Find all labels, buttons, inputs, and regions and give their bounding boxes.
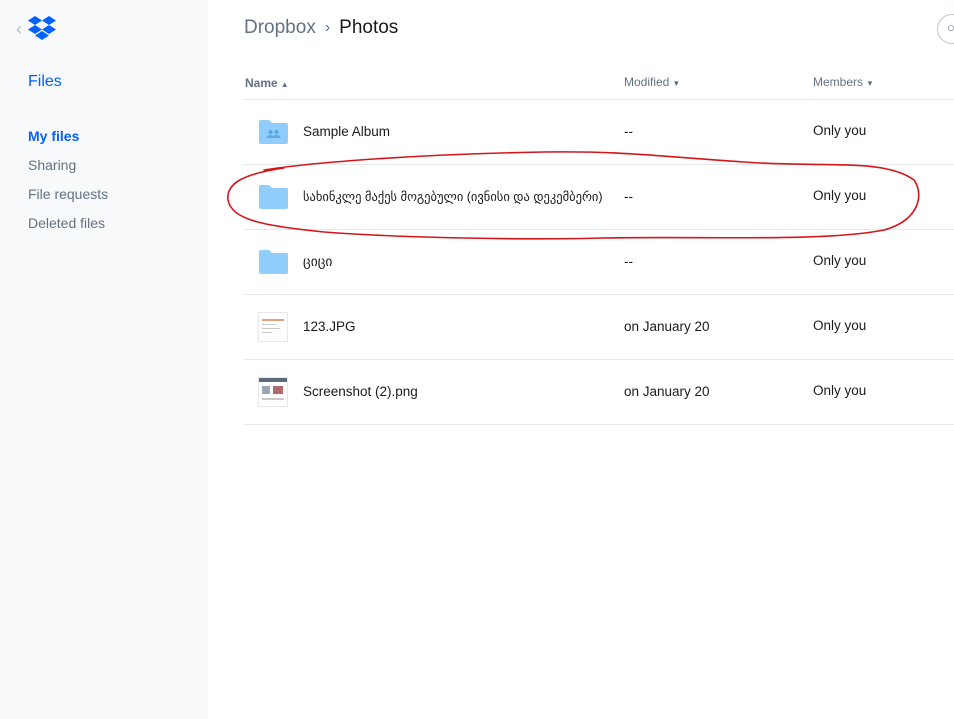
sidebar-item-my-files[interactable]: My files (28, 127, 108, 156)
members-value: Only you (813, 383, 867, 398)
members-value: Only you (813, 123, 867, 138)
shared-folder-icon (259, 120, 288, 144)
sidebar-section-title[interactable]: Files (28, 73, 62, 91)
file-name[interactable]: ციცი (303, 254, 332, 270)
file-name[interactable]: Sample Album (303, 124, 390, 139)
chevron-left-icon[interactable]: ‹ (16, 20, 26, 38)
sort-dropdown-icon: ▼ (866, 79, 874, 88)
file-list: Sample Album -- Only you სახინკლე მაქეს … (244, 100, 954, 425)
modified-value: on January 20 (624, 319, 710, 334)
dropbox-logo[interactable] (27, 16, 57, 42)
search-icon: ○ (947, 20, 954, 35)
column-header-name[interactable]: Name ▲ (245, 76, 289, 90)
file-name[interactable]: სახინკლე მაქეს მოგებული (ივნისი და დეკემ… (303, 189, 603, 204)
image-thumbnail-icon (258, 312, 288, 342)
column-header-members-label: Members (813, 75, 864, 89)
folder-icon (259, 250, 288, 274)
breadcrumb-separator: › (324, 19, 331, 36)
folder-icon (259, 185, 288, 209)
image-thumbnail-icon (258, 377, 288, 407)
table-row[interactable]: სახინკლე მაქეს მოგებული (ივნისი და დეკემ… (244, 165, 954, 230)
modified-value: on January 20 (624, 384, 710, 399)
modified-value: -- (624, 124, 633, 139)
breadcrumb: Dropbox › Photos (244, 16, 398, 40)
table-row[interactable]: 123.JPG on January 20 Only you (244, 295, 954, 360)
main-content: Dropbox › Photos ○ Name ▲ Modified ▼ Membe… (208, 0, 954, 719)
column-header-members[interactable]: Members ▼ (813, 75, 874, 89)
sidebar-item-file-requests[interactable]: File requests (28, 185, 108, 214)
modified-value: -- (624, 254, 633, 269)
sort-dropdown-icon: ▼ (672, 79, 681, 88)
table-row[interactable]: Sample Album -- Only you (244, 100, 954, 165)
file-name[interactable]: 123.JPG (303, 319, 356, 334)
file-name[interactable]: Screenshot (2).png (303, 384, 418, 399)
sidebar-nav: My files Sharing File requests Deleted f… (28, 127, 108, 243)
members-value: Only you (813, 188, 867, 203)
table-row[interactable]: Screenshot (2).png on January 20 Only yo… (244, 360, 954, 425)
sidebar: ‹ Files My files Sharing File requests D… (0, 0, 208, 719)
table-header: Name ▲ Modified ▼ Members ▼ (244, 66, 954, 100)
sidebar-item-sharing[interactable]: Sharing (28, 156, 108, 185)
modified-value: -- (624, 189, 633, 204)
column-header-modified[interactable]: Modified ▼ (624, 75, 680, 89)
members-value: Only you (813, 253, 867, 268)
members-value: Only you (813, 318, 867, 333)
table-row[interactable]: ციცი -- Only you (244, 230, 954, 295)
logo-area[interactable]: ‹ (16, 14, 57, 44)
sidebar-item-deleted-files[interactable]: Deleted files (28, 214, 108, 243)
sort-ascending-icon: ▲ (280, 80, 289, 89)
column-header-name-label: Name (245, 76, 278, 90)
breadcrumb-current: Photos (339, 17, 399, 38)
breadcrumb-root[interactable]: Dropbox (244, 17, 316, 39)
column-header-modified-label: Modified (624, 75, 670, 89)
search-button[interactable]: ○ (937, 14, 954, 44)
